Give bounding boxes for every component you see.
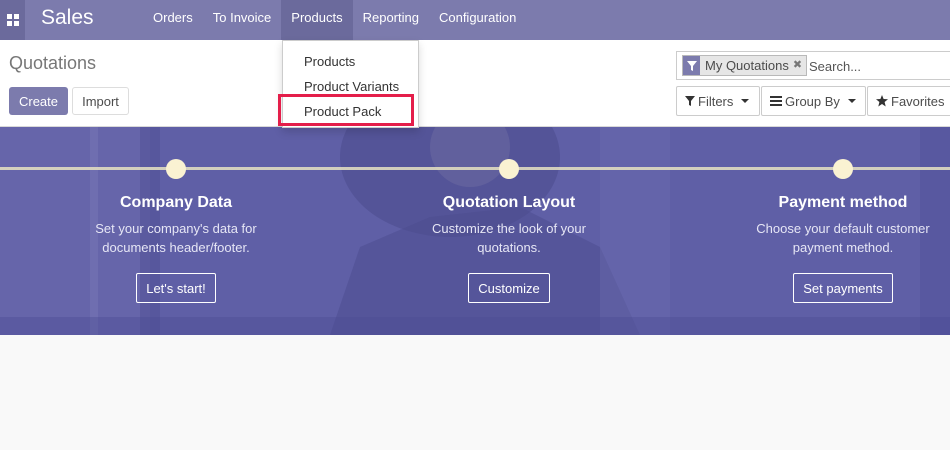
filters-label: Filters [698, 93, 734, 109]
top-navbar: Sales Orders To Invoice Products Reporti… [0, 0, 950, 40]
customize-button[interactable]: Customize [468, 273, 550, 303]
search-box[interactable]: My Quotations ✖ [676, 51, 950, 80]
group-by-label: Group By [785, 93, 840, 109]
group-by-button[interactable]: Group By [761, 86, 866, 116]
favorites-label: Favorites [891, 93, 945, 109]
import-button[interactable]: Import [72, 87, 129, 115]
dropdown-item-product-variants[interactable]: Product Variants [304, 79, 399, 94]
control-panel: Quotations Create Import My Quotations ✖… [0, 40, 950, 127]
menu-to-invoice[interactable]: To Invoice [203, 0, 282, 40]
set-payments-button[interactable]: Set payments [793, 273, 893, 303]
step-title: Quotation Layout [442, 194, 576, 211]
step-marker [833, 159, 853, 179]
favorites-button[interactable]: Favorites [867, 86, 950, 116]
step-description: payment method. [792, 240, 894, 255]
create-button[interactable]: Create [9, 87, 68, 115]
apps-menu-button[interactable] [0, 0, 25, 40]
app-brand[interactable]: Sales [41, 5, 94, 31]
search-facet[interactable]: My Quotations ✖ [682, 55, 807, 76]
search-input[interactable] [809, 57, 949, 75]
filter-icon [685, 96, 695, 106]
highlight-box [278, 94, 414, 126]
chevron-down-icon [847, 99, 856, 103]
step-marker [166, 159, 186, 179]
step-description: Customize the look of your [432, 221, 586, 236]
bars-icon [770, 96, 782, 106]
step-description: Set your company's data for [95, 221, 257, 236]
menu-products[interactable]: Products [281, 0, 353, 40]
step-description: quotations. [477, 240, 541, 255]
filter-icon [683, 56, 700, 75]
main-menu: Orders To Invoice Products Reporting Con… [143, 0, 526, 40]
filters-button[interactable]: Filters [676, 86, 760, 116]
menu-configuration[interactable]: Configuration [429, 0, 526, 40]
step-title: Company Data [119, 194, 233, 211]
facet-label: My Quotations [705, 58, 789, 73]
grid-icon [6, 14, 19, 26]
dropdown-item-products[interactable]: Products [304, 54, 355, 69]
menu-reporting[interactable]: Reporting [353, 0, 429, 40]
chevron-down-icon [741, 99, 750, 103]
step-description: Choose your default customer [756, 221, 930, 236]
page-title: Quotations [9, 53, 97, 73]
step-description: documents header/footer. [102, 240, 250, 255]
step-title: Payment method [778, 194, 908, 211]
star-icon [876, 95, 888, 107]
progress-line [0, 167, 950, 170]
step-marker [499, 159, 519, 179]
close-icon[interactable]: ✖ [793, 56, 806, 75]
lets-start-button[interactable]: Let's start! [136, 273, 216, 303]
menu-orders[interactable]: Orders [143, 0, 203, 40]
